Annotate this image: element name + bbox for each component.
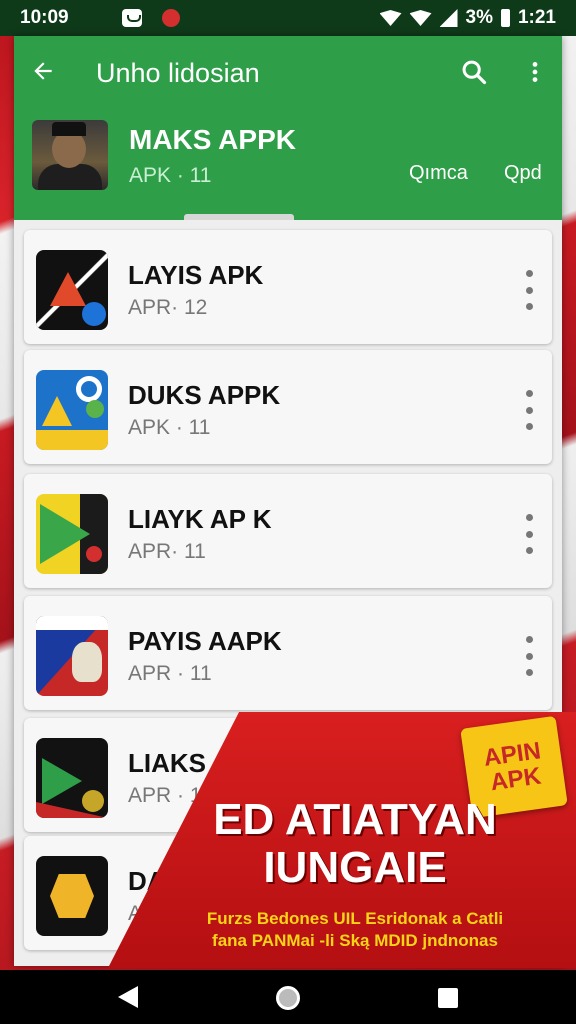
list-item-subtitle: APR· 12 — [128, 296, 208, 319]
more-vert-icon[interactable] — [524, 514, 534, 554]
promo-fine-print: Furzs Bedones UIL Esridonak a Catli fana… — [140, 908, 570, 952]
wifi-icon — [379, 10, 402, 26]
app-icon — [36, 370, 108, 450]
notification-alert-icon — [162, 9, 180, 27]
app-icon — [36, 616, 108, 696]
nav-home-icon[interactable] — [276, 986, 300, 1010]
list-item[interactable]: PAYIS AAPK APR · 11 — [24, 596, 552, 710]
list-item-subtitle: APR · 11 — [128, 662, 212, 685]
app-icon — [36, 494, 108, 574]
more-vert-icon[interactable] — [524, 636, 534, 676]
list-item[interactable]: LAYIS APK APR· 12 — [24, 230, 552, 344]
page-title: Unho lidosian — [96, 58, 260, 88]
promo-badge-line-2: APK — [488, 762, 543, 797]
battery-icon — [500, 9, 510, 27]
list-item-title: LIAYK AP K — [128, 504, 272, 534]
featured-app-subtitle: APK · 11 — [129, 164, 212, 187]
featured-app-title[interactable]: MAKS APPK — [129, 124, 296, 156]
featured-app-thumbnail[interactable] — [32, 120, 108, 190]
more-vert-icon[interactable] — [524, 390, 534, 430]
status-time: 10:09 — [20, 7, 69, 28]
list-item-title: LAYIS APK — [128, 260, 264, 290]
signal-icon — [439, 9, 458, 27]
list-item[interactable]: LIAYK AP K APR· 11 — [24, 474, 552, 588]
nav-back-icon[interactable] — [118, 986, 138, 1008]
wifi-icon-2 — [409, 10, 432, 26]
promo-fine-line-2: fana PANMai -li Ską MDID jndnonas — [212, 931, 498, 951]
notification-app-icon — [122, 9, 142, 27]
promo-headline-line: ED ATIATYAN — [213, 795, 497, 844]
promo-headline: ED ATIATYAN IUNGAIE — [150, 795, 560, 893]
thumb-cap — [52, 122, 86, 136]
nav-recents-icon[interactable] — [438, 988, 458, 1008]
list-item-subtitle: APR· 11 — [128, 540, 206, 563]
featured-action-link-2[interactable]: Qpd — [504, 162, 542, 185]
list-item-title: DUKS APPK — [128, 380, 281, 410]
featured-action-link[interactable]: Qımca — [409, 162, 468, 185]
more-vert-icon[interactable] — [524, 270, 534, 310]
status-right: 3% 1:21 — [379, 7, 556, 29]
notification-icons — [122, 9, 180, 27]
promo-fine-line: Furzs Bedones UIL Esridonak a Catli — [206, 909, 504, 928]
search-icon[interactable] — [460, 58, 488, 86]
system-nav-bar — [0, 970, 576, 1024]
battery-percent: 3% — [465, 7, 493, 28]
list-item[interactable]: DUKS APPK APK · 11 — [24, 350, 552, 464]
more-vert-icon[interactable] — [522, 58, 548, 86]
app-header: Unho lidosian MAKS APPK APK · 11 Qımca Q… — [14, 36, 562, 220]
toolbar: Unho lidosian — [14, 36, 562, 108]
app-icon — [36, 250, 108, 330]
drag-handle[interactable] — [184, 214, 294, 220]
promo-headline-line-2: IUNGAIE — [263, 843, 447, 893]
status-clock: 1:21 — [517, 7, 556, 28]
list-item-subtitle: APK · 11 — [128, 416, 211, 439]
status-bar: 10:09 3% 1:21 — [0, 0, 576, 36]
app-icon — [36, 738, 108, 818]
app-icon — [36, 856, 108, 936]
arrow-back-icon[interactable] — [30, 58, 56, 84]
list-item-title: PAYIS AAPK — [128, 626, 282, 656]
